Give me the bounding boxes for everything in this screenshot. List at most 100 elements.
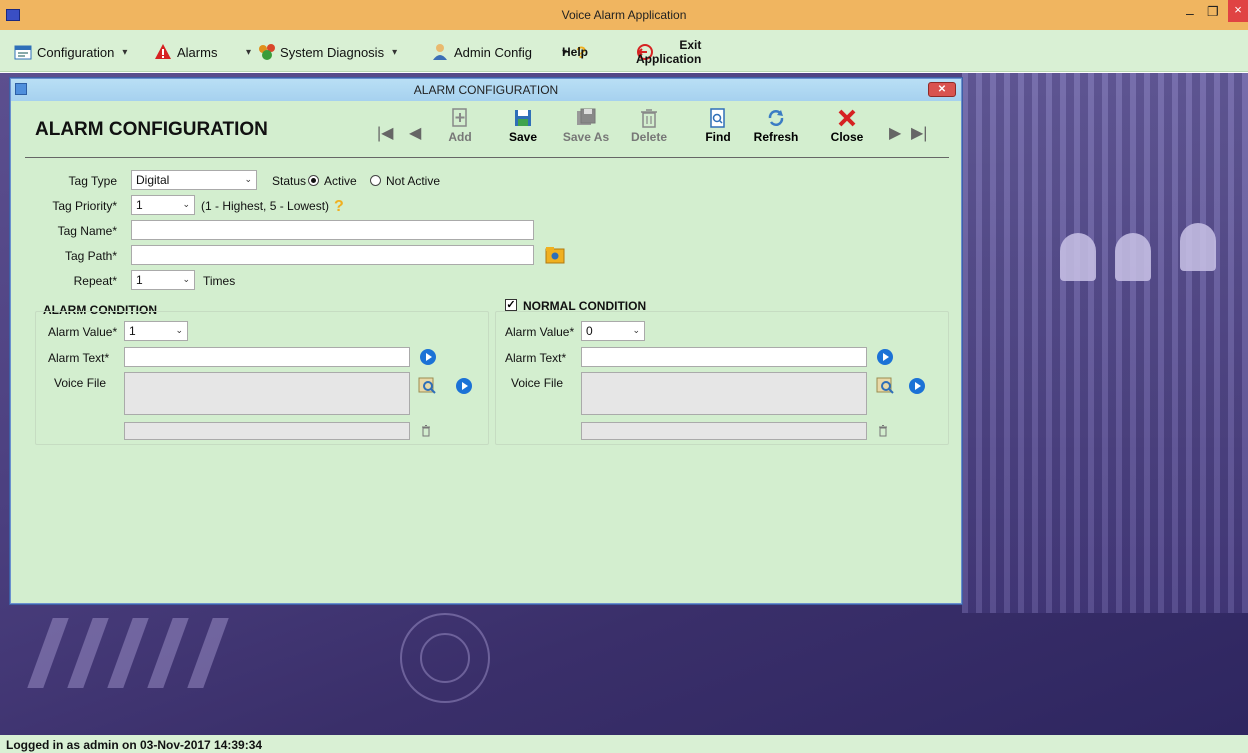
menu-system-diagnosis[interactable]: ▾ System Diagnosis ▾ <box>246 42 397 62</box>
first-record-button[interactable]: |◀ <box>377 123 393 143</box>
chevron-down-icon: ▾ <box>122 46 128 58</box>
last-record-button[interactable]: ▶| <box>911 123 927 143</box>
background-decoration <box>420 633 470 683</box>
status-bar: Logged in as admin on 03-Nov-2017 14:39:… <box>0 735 1248 753</box>
normal-alarm-text-input[interactable] <box>581 347 867 367</box>
play-icon[interactable] <box>420 349 436 365</box>
status-not-active-radio[interactable] <box>370 175 381 186</box>
tag-type-label: Tag Type <box>68 174 117 188</box>
status-active-radio[interactable] <box>308 175 319 186</box>
background-control-panel-image <box>962 73 1248 613</box>
menu-configuration[interactable]: Configuration ▾ <box>14 42 127 62</box>
help-icon[interactable]: ? <box>333 196 347 214</box>
background-decoration <box>187 618 229 688</box>
normal-voice-file-path-box <box>581 422 867 440</box>
normal-voice-file-box[interactable] <box>581 372 867 415</box>
normal-alarm-value-select[interactable]: 0 ⌄ <box>581 321 645 341</box>
alarm-configuration-window: ALARM CONFIGURATION ✕ ALARM CONFIGURATIO… <box>10 78 962 604</box>
delete-label: Delete <box>630 130 668 144</box>
save-as-icon <box>577 108 596 125</box>
previous-record-button[interactable]: ◀ <box>409 123 421 143</box>
alarm-text-label: Alarm Text* <box>48 351 110 365</box>
window-title: Voice Alarm Application <box>561 8 687 22</box>
title-bar: Voice Alarm Application – ❐ × <box>0 0 1248 30</box>
background-decoration <box>1180 223 1216 271</box>
alarm-text-input[interactable] <box>124 347 410 367</box>
tag-path-input[interactable] <box>131 245 534 265</box>
voice-file-path-box <box>124 422 410 440</box>
tag-type-select[interactable]: Digital ⌄ <box>131 170 257 190</box>
normal-alarm-value: 0 <box>586 324 593 338</box>
close-label: Close <box>830 130 864 144</box>
background-decoration <box>107 618 149 688</box>
voice-file-label: Voice File <box>54 376 107 390</box>
find-button[interactable]: Find <box>694 107 742 151</box>
menu-alarms-label: Alarms <box>177 44 218 60</box>
configuration-icon <box>14 43 32 61</box>
menu-configuration-label: Configuration <box>37 44 115 60</box>
alarm-value: 1 <box>129 324 136 338</box>
menu-exit-label: Exit Application <box>636 38 702 66</box>
background-decoration <box>147 618 189 688</box>
repeat-value: 1 <box>136 273 143 287</box>
child-close-button[interactable]: ✕ <box>928 82 956 97</box>
tag-priority-select[interactable]: 1 ⌄ <box>131 195 195 215</box>
chevron-down-icon: ⌄ <box>175 325 183 335</box>
play-icon[interactable] <box>877 349 893 365</box>
repeat-select[interactable]: 1 ⌄ <box>131 270 195 290</box>
menu-help[interactable]: ▾ ? Help <box>562 42 596 62</box>
tag-name-input[interactable] <box>131 220 534 240</box>
normal-voice-file-label: Voice File <box>511 376 564 390</box>
status-not-active-label: Not Active <box>386 174 441 188</box>
refresh-button[interactable]: Refresh <box>752 107 800 151</box>
play-icon[interactable] <box>909 378 925 394</box>
speaker-icon[interactable] <box>421 425 431 437</box>
browse-voice-file-icon[interactable] <box>417 375 437 395</box>
next-record-button[interactable]: ▶ <box>889 123 901 143</box>
header-divider <box>25 157 949 158</box>
play-icon[interactable] <box>456 378 472 394</box>
menu-admin-config-label: Admin Config <box>454 44 533 60</box>
menu-system-diagnosis-label: System Diagnosis <box>280 44 385 60</box>
close-icon <box>838 109 856 127</box>
browse-folder-icon[interactable] <box>545 245 565 265</box>
browse-voice-file-icon[interactable] <box>875 375 895 395</box>
restore-button[interactable]: ❐ <box>1207 4 1219 20</box>
save-button[interactable]: Save <box>499 107 547 151</box>
child-window-title: ALARM CONFIGURATION <box>413 83 559 97</box>
add-icon <box>452 108 467 127</box>
voice-file-box[interactable] <box>124 372 410 415</box>
trash-icon <box>641 109 657 128</box>
chevron-down-icon: ⌄ <box>182 199 190 209</box>
speaker-icon[interactable] <box>878 425 888 437</box>
child-title-bar: ALARM CONFIGURATION ✕ <box>11 79 961 101</box>
alarm-value-label: Alarm Value* <box>48 325 118 339</box>
save-label: Save <box>508 130 538 144</box>
menu-admin-config[interactable]: Admin Config <box>431 42 532 62</box>
close-button[interactable]: Close <box>823 107 871 151</box>
chevron-down-icon: ▾ <box>392 46 398 58</box>
save-as-button[interactable]: Save As <box>562 107 610 151</box>
minimize-button[interactable]: – <box>1186 5 1194 21</box>
tag-priority-value: 1 <box>136 198 143 212</box>
background-decoration <box>27 618 69 688</box>
find-icon <box>710 108 725 128</box>
svg-text:?: ? <box>334 198 344 214</box>
normal-alarm-text-label: Alarm Text* <box>505 351 567 365</box>
delete-button[interactable]: Delete <box>625 107 673 151</box>
menu-alarms[interactable]: Alarms <box>154 42 217 62</box>
close-window-button[interactable]: × <box>1228 0 1248 22</box>
tag-path-label: Tag Path* <box>64 249 117 263</box>
tag-name-label: Tag Name* <box>57 224 117 238</box>
background-decoration <box>1060 233 1096 281</box>
save-as-label: Save As <box>562 130 610 144</box>
menu-help-label: Help <box>562 45 589 59</box>
add-button[interactable]: Add <box>436 107 484 151</box>
menu-exit-application[interactable]: Exit Application <box>636 38 701 66</box>
tag-priority-label: Tag Priority* <box>52 199 117 213</box>
refresh-icon <box>768 110 784 126</box>
warning-icon <box>154 43 172 61</box>
repeat-label: Repeat* <box>73 274 117 288</box>
alarm-value-select[interactable]: 1 ⌄ <box>124 321 188 341</box>
normal-condition-checkbox[interactable]: ✓ <box>505 299 517 311</box>
